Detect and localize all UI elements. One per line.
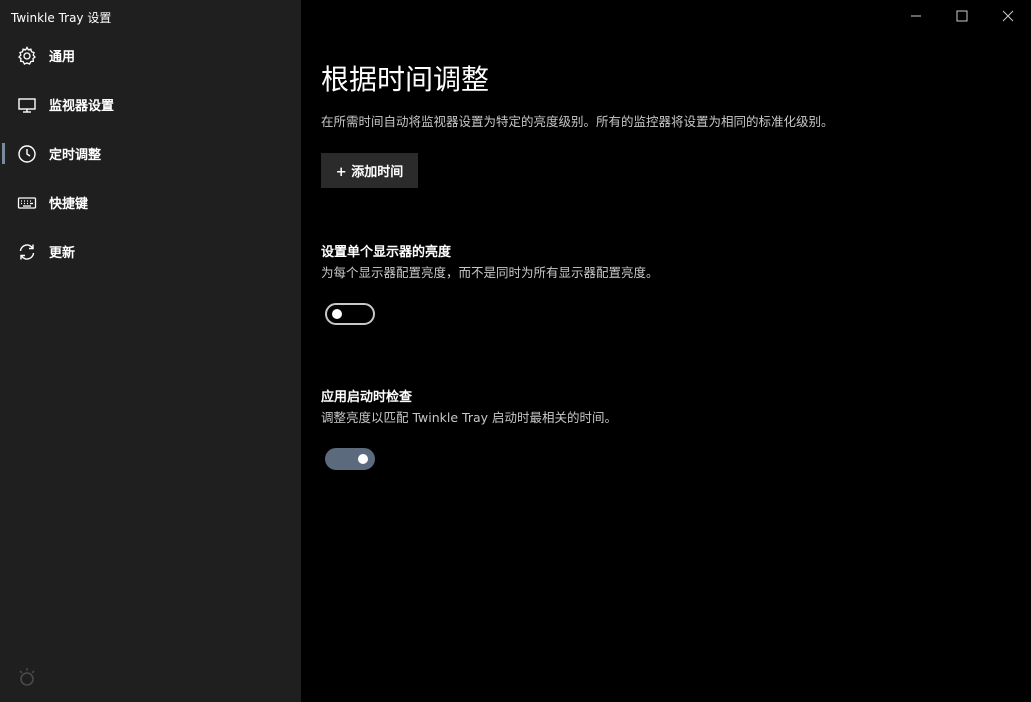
close-button[interactable] xyxy=(985,0,1031,32)
toggle-knob xyxy=(332,309,342,319)
sidebar: Twinkle Tray 设置 通用 监视器设置 定时调整 快捷键 更新 xyxy=(0,0,301,702)
sidebar-item-general[interactable]: 通用 xyxy=(0,35,301,75)
sidebar-item-hotkeys[interactable]: 快捷键 xyxy=(0,182,301,222)
sidebar-item-updates[interactable]: 更新 xyxy=(0,231,301,271)
gear-icon xyxy=(16,45,37,66)
setting-description-check-on-start: 调整亮度以匹配 Twinkle Tray 启动时最相关的时间。 xyxy=(321,410,618,425)
main-content: 根据时间调整 在所需时间自动将监视器设置为特定的亮度级别。所有的监控器将设置为相… xyxy=(301,0,1031,702)
sidebar-item-time-adjustments[interactable]: 定时调整 xyxy=(0,133,301,173)
sidebar-item-monitor-settings[interactable]: 监视器设置 xyxy=(0,84,301,124)
setting-title-per-monitor: 设置单个显示器的亮度 xyxy=(321,245,452,260)
add-time-button[interactable]: + 添加时间 xyxy=(321,153,418,188)
sidebar-item-label: 快捷键 xyxy=(49,197,89,212)
setting-description-per-monitor: 为每个显示器配置亮度，而不是同时为所有显示器配置亮度。 xyxy=(321,265,659,280)
maximize-button[interactable] xyxy=(939,0,985,32)
keyboard-icon xyxy=(16,192,37,213)
page-title: 根据时间调整 xyxy=(321,63,490,96)
sidebar-item-label: 通用 xyxy=(49,50,76,65)
check-on-start-toggle[interactable] xyxy=(325,448,375,470)
active-indicator xyxy=(2,143,5,164)
app-title: Twinkle Tray 设置 xyxy=(11,11,112,25)
twinkle-tray-icon xyxy=(16,666,38,688)
sidebar-item-label: 监视器设置 xyxy=(49,99,115,114)
clock-icon xyxy=(16,143,37,164)
per-monitor-toggle[interactable] xyxy=(325,303,375,325)
refresh-icon xyxy=(16,241,37,262)
toggle-knob xyxy=(358,454,368,464)
sidebar-item-label: 定时调整 xyxy=(49,148,102,163)
close-icon xyxy=(1002,10,1014,22)
monitor-icon xyxy=(16,94,37,115)
setting-title-check-on-start: 应用启动时检查 xyxy=(321,390,413,405)
maximize-icon xyxy=(956,10,968,22)
page-description: 在所需时间自动将监视器设置为特定的亮度级别。所有的监控器将设置为相同的标准化级别… xyxy=(321,114,834,129)
sidebar-item-label: 更新 xyxy=(49,246,76,261)
minimize-button[interactable] xyxy=(893,0,939,32)
minimize-icon xyxy=(911,15,921,17)
